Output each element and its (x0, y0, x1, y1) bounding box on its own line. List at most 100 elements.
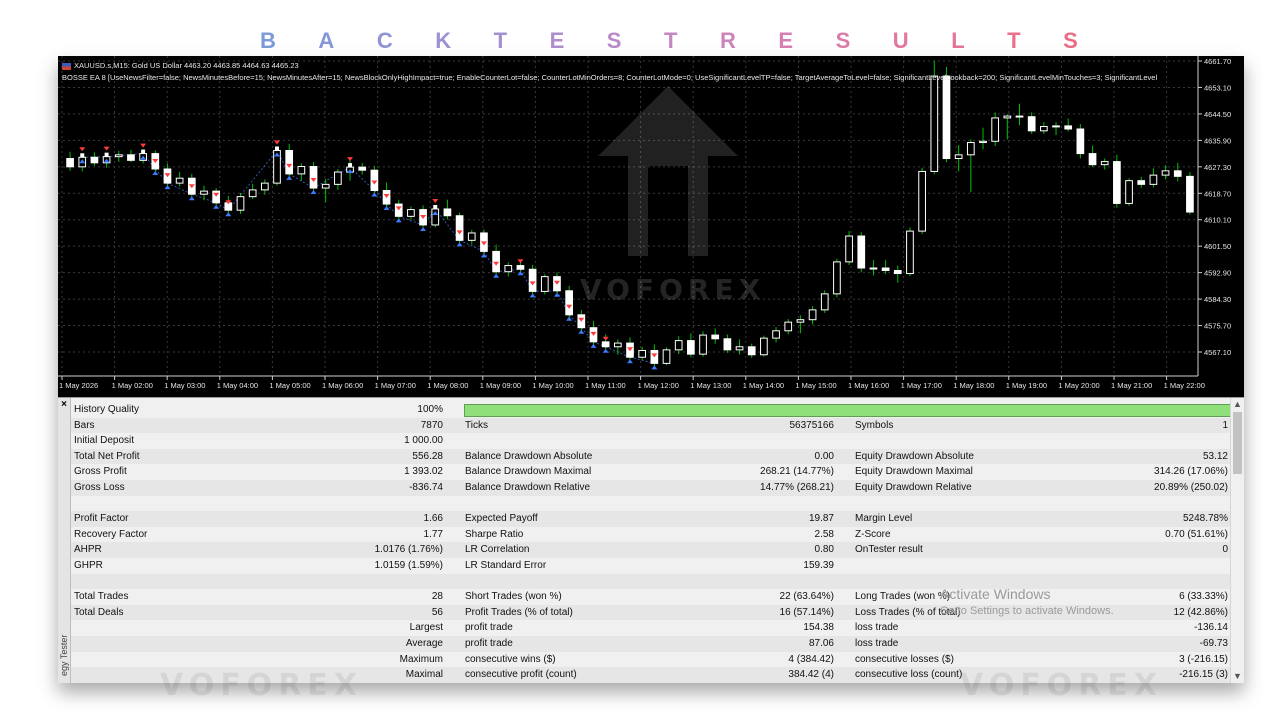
entry-marker (153, 164, 158, 169)
candle-body (881, 267, 890, 271)
entry-marker (384, 200, 389, 205)
time-label: 1 May 08:00 (427, 381, 468, 390)
report-cell-c6: 12 (42.86%) (1173, 606, 1228, 618)
price-label: 4584.30 (1204, 295, 1231, 304)
chart-flag-icon (62, 62, 71, 70)
report-row: GHPR 1.0159 (1.59%) LR Standard Error 159.3… (71, 558, 1231, 574)
watermark-left: VOFOREX (160, 668, 363, 703)
report-cell-c4: 159.39 (803, 559, 834, 571)
report-cell-c3: Balance Drawdown Absolute (465, 450, 593, 462)
entry-marker (226, 206, 231, 211)
entry-marker (141, 149, 146, 154)
report-cell-c3: Expected Payoff (465, 513, 538, 525)
report-cell-c2: 1.0159 (1.59%) (374, 559, 443, 571)
title-letter: A (318, 28, 337, 53)
candle-body (1137, 180, 1146, 185)
report-cell-c4: 19.87 (808, 513, 834, 525)
entry-marker (396, 212, 401, 217)
entry-marker (104, 152, 109, 157)
report-cell-c5: loss trade (855, 637, 899, 649)
report-cell-c4: 16 (57.14%) (779, 606, 834, 618)
time-label: 1 May 19:00 (1006, 381, 1047, 390)
report-cell-c2: 1 393.02 (404, 466, 443, 478)
report-cell-c3: profit trade (465, 622, 513, 634)
time-label: 1 May 11:00 (585, 381, 626, 390)
report-cell-c5: Z-Score (855, 528, 891, 540)
report-cell-c2: Largest (409, 622, 443, 634)
report-cell-c3: Short Trades (won %) (465, 591, 562, 603)
entry-marker (287, 169, 292, 174)
report-cell-c4: 22 (63.64%) (779, 591, 834, 603)
entry-marker (567, 310, 572, 315)
time-label: 1 May 03:00 (164, 381, 205, 390)
candle-body (90, 156, 99, 164)
scroll-down-icon[interactable]: ▼ (1233, 671, 1242, 681)
close-icon[interactable]: × (59, 400, 69, 410)
report-cell-c3: Sharpe Ratio (465, 528, 524, 540)
report-cell-c6: -69.73 (1199, 637, 1228, 649)
report-cell-c3: consecutive profit (count) (465, 669, 577, 681)
candle-body (869, 267, 878, 270)
scroll-up-icon[interactable]: ▲ (1233, 399, 1242, 409)
report-row: AHPR 1.0176 (1.76%) LR Correlation 0.80 OnTe… (71, 542, 1231, 558)
candle-body (1015, 115, 1024, 118)
price-label: 4635.90 (1204, 136, 1231, 145)
report-cell-c6: 20.89% (250.02) (1154, 481, 1228, 493)
title-letter: K (435, 28, 454, 53)
report-cell-c3: Balance Drawdown Relative (465, 481, 591, 493)
ea-parameters-line: BOSSE EA 8 [UseNewsFilter=false; NewsMin… (62, 73, 1158, 82)
report-cell-c2: 28 (431, 591, 443, 603)
report-cell-c5: OnTester result (855, 544, 923, 556)
candle-body (966, 142, 975, 156)
time-label: 1 May 06:00 (322, 381, 363, 390)
entry-marker (421, 220, 426, 225)
entry-marker (348, 163, 353, 168)
candle-body (297, 166, 306, 175)
report-cell-c2: Maximal (405, 669, 443, 681)
candle-body (127, 154, 135, 161)
title-letter: T (664, 28, 680, 53)
report-table: History Quality 100% Bars 7870 Ticks 563751… (71, 402, 1231, 683)
history-quality-row: History Quality 100% (71, 402, 1231, 418)
entry-marker (165, 179, 170, 184)
entry-marker (494, 267, 499, 272)
report-cell-c3: Profit Trades (% of total) (465, 606, 573, 618)
candle-body (334, 171, 342, 185)
candle-body (942, 75, 951, 160)
report-cell-c5: loss trade (855, 622, 899, 634)
time-label: 1 May 2026 (59, 381, 98, 390)
candle-body (784, 321, 793, 332)
report-row: Largest profit trade 154.38 loss trade -136.… (71, 620, 1231, 636)
candle-body (1076, 128, 1085, 155)
candle-body (114, 154, 123, 158)
time-label: 1 May 18:00 (953, 381, 994, 390)
symbol-line: XAUUSD.s,M15: Gold US Dollar 4463.20 446… (74, 61, 299, 70)
report-cell-c4: 0.00 (814, 450, 834, 462)
entry-marker (275, 146, 280, 151)
candle-body (991, 117, 1000, 142)
entry-marker (80, 153, 85, 158)
report-cell-c6: 53.12 (1202, 450, 1228, 462)
report-cell-c6: -136.14 (1194, 622, 1228, 634)
scroll-thumb[interactable] (1233, 412, 1242, 474)
candle-body (260, 182, 269, 191)
title-letter: L (951, 28, 967, 53)
activate-windows-notice: Activate Windows Go to Settings to activ… (940, 585, 1114, 619)
price-label: 4627.30 (1204, 163, 1231, 172)
candle-body (930, 75, 939, 172)
entry-marker (214, 198, 219, 203)
time-label: 1 May 15:00 (795, 381, 836, 390)
entry-marker (433, 204, 438, 209)
report-scrollbar[interactable]: ▲ ▼ (1230, 398, 1244, 683)
entry-marker (652, 359, 657, 364)
report-cell-c6: 5248.78% (1182, 513, 1228, 525)
candle-body (1027, 116, 1036, 132)
tester-vertical-label: egy Tester (59, 634, 69, 676)
candle-body (833, 261, 841, 295)
activate-windows-subtitle: Go to Settings to activate Windows. (940, 605, 1114, 617)
report-cell-c1: Gross Profit (74, 466, 127, 478)
candle-body (66, 158, 74, 168)
time-label: 1 May 07:00 (375, 381, 416, 390)
price-chart[interactable]: 4661.70 4653.10 4644.50 4635.90 4627.30 4618.… (58, 56, 1244, 394)
price-chart-svg: 4661.70 4653.10 4644.50 4635.90 4627.30 4618.… (58, 56, 1244, 394)
